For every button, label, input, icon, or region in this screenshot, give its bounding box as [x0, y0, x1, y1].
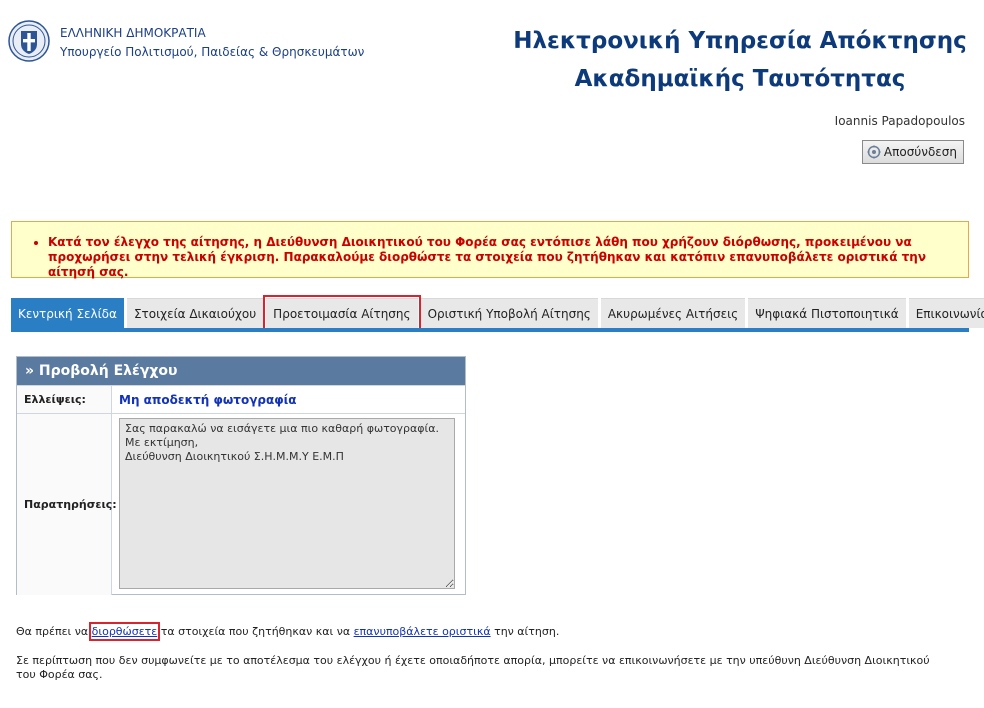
- logout-label: Αποσύνδεση: [883, 145, 957, 159]
- username-label: Ioannis Papadopoulos: [834, 114, 965, 128]
- instructions-part2: τα στοιχεία που ζητήθηκαν και να: [157, 625, 354, 638]
- page-title: Ηλεκτρονική Υπηρεσία Απόκτησης Ακαδημαϊκ…: [500, 22, 980, 98]
- warning-message: Κατά τον έλεγχο της αίτησης, η Διεύθυνση…: [48, 235, 948, 280]
- tab-application-preparation[interactable]: Προετοιμασία Αίτησης: [263, 295, 421, 331]
- instructions-part1: Θα πρέπει να: [16, 625, 92, 638]
- tab-cancelled-applications[interactable]: Ακυρωμένες Αιτήσεις: [600, 298, 746, 328]
- logout-icon: [867, 145, 881, 159]
- tab-digital-certificates[interactable]: Ψηφιακά Πιστοποιητικά: [748, 298, 906, 328]
- remarks-cell: Σας παρακαλώ να εισάγετε μια πιο καθαρή …: [112, 414, 465, 595]
- remarks-row: Παρατηρήσεις: Σας παρακαλώ να εισάγετε μ…: [17, 413, 465, 595]
- deficiencies-row: Ελλείψεις: Μη αποδεκτή φωτογραφία: [17, 385, 465, 413]
- review-panel: » Προβολή Ελέγχου Ελλείψεις: Μη αποδεκτή…: [16, 356, 466, 595]
- tab-beneficiary-details[interactable]: Στοιχεία Δικαιούχου: [126, 298, 264, 328]
- tab-home[interactable]: Κεντρική Σελίδα: [11, 298, 124, 328]
- instructions-part3: την αίτηση.: [490, 625, 560, 638]
- ministry-header: ΕΛΛΗΝΙΚΗ ΔΗΜΟΚΡΑΤΙΑ Υπουργείο Πολιτισμού…: [60, 24, 364, 62]
- tab-contact[interactable]: Επικοινωνία: [908, 298, 984, 328]
- warning-box: Κατά τον έλεγχο της αίτησης, η Διεύθυνση…: [11, 221, 969, 280]
- warning-list: Κατά τον έλεγχο της αίτησης, η Διεύθυνση…: [48, 235, 948, 280]
- ministry-line2: Υπουργείο Πολιτισμού, Παιδείας & Θρησκευ…: [60, 45, 365, 59]
- deficiencies-value: Μη αποδεκτή φωτογραφία: [119, 392, 297, 407]
- resubmit-link[interactable]: επανυποβάλετε οριστικά: [354, 625, 491, 638]
- instructions-text: Θα πρέπει να διορθώσετε τα στοιχεία που …: [16, 622, 560, 641]
- tabs-underline: [11, 328, 969, 332]
- ministry-line1: ΕΛΛΗΝΙΚΗ ΔΗΜΟΚΡΑΤΙΑ: [60, 26, 206, 40]
- fix-link[interactable]: διορθώσετε: [88, 622, 161, 641]
- page-title-line2: Ακαδημαϊκής Ταυτότητας: [574, 66, 906, 92]
- panel-title: » Προβολή Ελέγχου: [17, 357, 465, 385]
- remarks-textarea[interactable]: Σας παρακαλώ να εισάγετε μια πιο καθαρή …: [119, 418, 455, 589]
- logout-button[interactable]: Αποσύνδεση: [861, 140, 964, 164]
- page-title-line1: Ηλεκτρονική Υπηρεσία Απόκτησης: [513, 28, 967, 54]
- tab-final-submission[interactable]: Οριστική Υποβολή Αίτησης: [420, 298, 598, 328]
- greek-coat-of-arms-icon: [8, 20, 50, 62]
- contact-note: Σε περίπτωση που δεν συμφωνείτε με το απ…: [16, 654, 930, 681]
- main-tabs: Κεντρική Σελίδα Στοιχεία Δικαιούχου Προε…: [11, 295, 984, 331]
- remarks-label: Παρατηρήσεις:: [17, 414, 117, 595]
- deficiencies-label: Ελλείψεις:: [17, 386, 112, 413]
